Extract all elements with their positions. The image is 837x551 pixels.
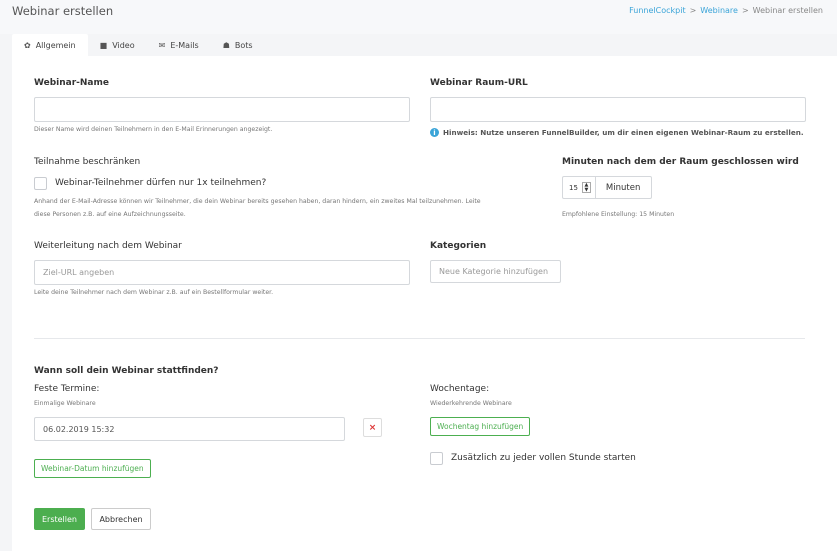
tab-video[interactable]: ■ Video (88, 34, 147, 56)
spinner-arrows-icon[interactable]: ▲ ▼ (581, 182, 591, 193)
category-input[interactable]: Neue Kategorie hinzufügen (430, 260, 561, 283)
restrict-label: Teilnahme beschränken (34, 157, 141, 167)
info-icon: i (430, 128, 439, 137)
create-button[interactable]: Erstellen (34, 508, 85, 530)
page-header: Webinar erstellen FunnelCockpit > Webina… (0, 0, 837, 34)
add-webinar-date-button[interactable]: Webinar-Datum hinzufügen (34, 459, 151, 478)
remove-date-button[interactable]: × (363, 418, 382, 437)
tab-label: Bots (234, 40, 253, 50)
breadcrumb-separator: > (741, 6, 749, 15)
restrict-help-line2: diese Personen z.B. auf eine Aufzeichnun… (34, 211, 186, 218)
mail-icon: ✉ (158, 40, 166, 50)
breadcrumb-webinare[interactable]: Webinare (700, 6, 738, 15)
webinar-name-label: Webinar-Name (34, 78, 109, 88)
page-title: Webinar erstellen (12, 4, 114, 18)
cancel-button[interactable]: Abbrechen (91, 508, 151, 530)
breadcrumb: FunnelCockpit > Webinare > Webinar erste… (629, 6, 823, 15)
close-minutes-label: Minuten nach dem der Raum geschlossen wi… (562, 157, 799, 167)
restrict-checkbox-label[interactable]: Webinar-Teilnehmer dürfen nur 1x teilneh… (55, 178, 266, 188)
webinar-name-input[interactable] (34, 97, 410, 122)
categories-label: Kategorien (430, 241, 487, 251)
add-weekday-button[interactable]: Wochentag hinzufügen (430, 417, 531, 436)
close-minutes-unit: Minuten (594, 177, 650, 198)
close-icon: × (368, 422, 377, 433)
room-url-input[interactable] (430, 97, 806, 122)
redirect-label: Weiterleitung nach dem Webinar (34, 241, 182, 251)
form-card: Webinar-Name Dieser Name wird deinen Tei… (12, 56, 837, 551)
tab-bar: ✿ Allgemein ■ Video ✉ E-Mails ☗ Bots (12, 34, 265, 56)
room-url-hint-text: Hinweis: Nutze unseren FunnelBuilder, um… (443, 128, 804, 137)
fixed-dates-sub: Einmalige Webinare (34, 400, 96, 407)
tab-bots[interactable]: ☗ Bots (211, 34, 265, 56)
breadcrumb-current: Webinar erstellen (752, 6, 823, 15)
weekdays-label: Wochentage: (430, 384, 490, 394)
breadcrumb-separator: > (689, 6, 697, 15)
tab-label: E-Mails (170, 40, 199, 50)
fixed-date-input[interactable]: 06.02.2019 15:32 (34, 417, 345, 441)
section-divider (34, 338, 805, 339)
video-icon: ■ (99, 40, 108, 50)
tab-emails[interactable]: ✉ E-Mails (147, 34, 211, 56)
room-url-label: Webinar Raum-URL (430, 78, 528, 88)
close-minutes-value: 15 (569, 183, 578, 192)
tab-allgemein[interactable]: ✿ Allgemein (12, 34, 88, 56)
redirect-url-input[interactable]: Ziel-URL angeben (34, 260, 410, 285)
close-minutes-help: Empfohlene Einstellung: 15 Minuten (562, 211, 675, 218)
weekdays-sub: Wiederkehrende Webinare (430, 400, 512, 407)
hourly-checkbox-label[interactable]: Zusätzlich zu jeder vollen Stunde starte… (451, 453, 636, 463)
restrict-help-line1: Anhand der E-Mail-Adresse können wir Tei… (34, 198, 481, 205)
webinar-name-help: Dieser Name wird deinen Teilnehmern in d… (34, 126, 273, 133)
tab-label: Video (112, 40, 135, 50)
breadcrumb-funnelcockpit[interactable]: FunnelCockpit (629, 6, 685, 15)
hourly-checkbox[interactable] (430, 452, 443, 465)
close-minutes-stepper[interactable]: 15 ▲ ▼ Minuten (562, 176, 652, 199)
schedule-heading: Wann soll dein Webinar stattfinden? (34, 366, 219, 376)
fixed-dates-label: Feste Termine: (34, 384, 100, 394)
redirect-help: Leite deine Teilnehmer nach dem Webinar … (34, 289, 274, 296)
bot-icon: ☗ (222, 40, 230, 50)
room-url-hint: i Hinweis: Nutze unseren FunnelBuilder, … (430, 128, 804, 137)
tab-label: Allgemein (35, 40, 76, 50)
restrict-checkbox[interactable] (34, 177, 47, 190)
gear-icon: ✿ (24, 40, 31, 50)
